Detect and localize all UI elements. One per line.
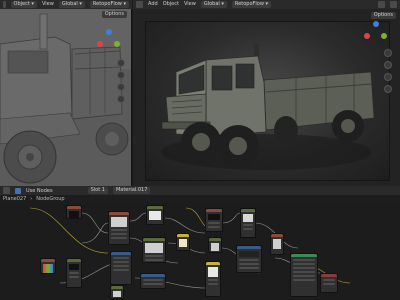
- image-texture-node[interactable]: [110, 285, 124, 299]
- left-viewport-header: Object View Global RetopoFlow: [0, 0, 132, 9]
- node-canvas[interactable]: [0, 203, 400, 300]
- retopoflow-menu[interactable]: RetopoFlow: [89, 1, 129, 8]
- orientation-dropdown[interactable]: Global: [58, 1, 85, 8]
- material-output-node[interactable]: [320, 273, 338, 293]
- node-editor-icon[interactable]: [3, 187, 10, 194]
- mix-shader-node[interactable]: [240, 208, 256, 238]
- node-links: [29, 207, 351, 289]
- viewport-nav-tools: [384, 49, 392, 93]
- navigation-gizmo[interactable]: [364, 21, 388, 45]
- options-dropdown[interactable]: Options: [101, 11, 127, 18]
- zoom-icon[interactable]: [117, 59, 125, 67]
- use-nodes-label: Use Nodes: [26, 187, 53, 194]
- breadcrumb: Plane027 › NodeGroup: [0, 195, 400, 203]
- breadcrumb-separator: ›: [30, 196, 33, 202]
- blender-window: Object View Global RetopoFlow Add Object…: [0, 0, 400, 300]
- gizmo-y-axis[interactable]: [381, 33, 387, 39]
- options-dropdown[interactable]: Options: [370, 12, 396, 19]
- grid-icon[interactable]: [384, 85, 392, 93]
- noise-texture-node[interactable]: [236, 245, 262, 273]
- navigation-gizmo[interactable]: [97, 29, 121, 53]
- gizmo-y-axis[interactable]: [114, 41, 120, 47]
- gizmo-z-axis[interactable]: [373, 21, 379, 27]
- material-dropdown[interactable]: Material.017: [112, 187, 151, 194]
- right-3d-viewport[interactable]: Options: [133, 9, 400, 186]
- render-preview: [145, 21, 390, 181]
- image-texture-node[interactable]: [205, 261, 221, 297]
- military-truck-render: [161, 44, 375, 170]
- gizmo-x-axis[interactable]: [364, 33, 370, 39]
- color-ramp-node[interactable]: [146, 205, 164, 225]
- bump-node[interactable]: [205, 208, 223, 232]
- pan-hand-icon[interactable]: [384, 61, 392, 69]
- breadcrumb-group[interactable]: NodeGroup: [36, 196, 64, 202]
- use-nodes-checkbox[interactable]: [15, 187, 21, 194]
- image-texture-node[interactable]: [66, 205, 82, 219]
- gizmo-z-axis[interactable]: [106, 29, 112, 35]
- add-menu[interactable]: Add: [148, 0, 158, 9]
- camera-icon[interactable]: [117, 83, 125, 91]
- gizmo-x-axis[interactable]: [97, 41, 103, 47]
- image-texture-node[interactable]: [270, 233, 284, 255]
- breadcrumb-object[interactable]: Plane027: [3, 196, 26, 202]
- normal-map-node[interactable]: [140, 273, 166, 289]
- right-viewport-header: Add Object View Global RetopoFlow: [133, 0, 400, 9]
- view-menu[interactable]: View: [184, 0, 196, 9]
- zoom-icon[interactable]: [384, 49, 392, 57]
- value-node[interactable]: [66, 258, 82, 288]
- camera-icon[interactable]: [384, 73, 392, 81]
- image-texture-node[interactable]: [208, 237, 222, 253]
- viewport-editor-icon[interactable]: [136, 1, 143, 8]
- left-3d-viewport[interactable]: Options: [0, 9, 132, 186]
- retopoflow-menu[interactable]: RetopoFlow: [231, 1, 272, 8]
- object-mode-dropdown[interactable]: Object: [10, 1, 37, 8]
- principled-bsdf-node[interactable]: [290, 253, 318, 297]
- node-editor-header: Use Nodes Slot 1 Material.017: [0, 186, 400, 195]
- texture-coordinate-node[interactable]: [108, 211, 130, 245]
- mix-node[interactable]: [142, 237, 166, 263]
- view-menu[interactable]: View: [42, 0, 54, 9]
- object-menu[interactable]: Object: [163, 0, 179, 9]
- viewport-nav-tools: [117, 59, 125, 103]
- overlay-icon[interactable]: [390, 1, 397, 8]
- grid-icon[interactable]: [117, 95, 125, 103]
- slot-dropdown[interactable]: Slot 1: [87, 187, 108, 194]
- color-swatch-node[interactable]: [40, 258, 56, 274]
- math-node[interactable]: [110, 251, 132, 285]
- viewport-editor-icon[interactable]: [3, 1, 6, 8]
- image-texture-node[interactable]: [176, 233, 190, 251]
- shading-icon[interactable]: [378, 1, 385, 8]
- orientation-dropdown[interactable]: Global: [200, 1, 227, 8]
- pan-hand-icon[interactable]: [117, 71, 125, 79]
